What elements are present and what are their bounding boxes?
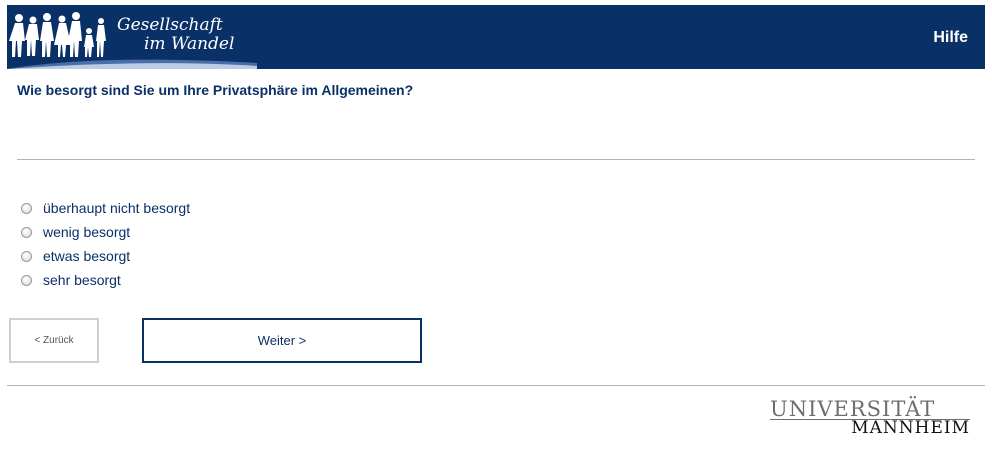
logo-sweep-decoration <box>7 59 257 69</box>
logo-text-line2: im Wandel <box>144 34 235 54</box>
option-label: sehr besorgt <box>43 272 121 288</box>
gesellschaft-im-wandel-logo: Gesellschaft im Wandel <box>7 5 257 69</box>
back-button[interactable]: < Zurück <box>9 318 99 363</box>
option-label: wenig besorgt <box>43 224 131 240</box>
radio-button[interactable] <box>21 274 32 286</box>
help-link[interactable]: Hilfe <box>933 29 968 47</box>
radio-button[interactable] <box>21 202 32 214</box>
question-text: Wie besorgt sind Sie um Ihre Privatsphär… <box>17 82 414 98</box>
divider <box>17 159 975 160</box>
option-label: etwas besorgt <box>43 248 131 264</box>
logo-text-line1: Gesellschaft <box>117 15 223 35</box>
universitaet-mannheim-logo: UNIVERSITÄT MANNHEIM <box>770 397 970 439</box>
radio-button[interactable] <box>21 226 32 238</box>
next-button[interactable]: Weiter > <box>142 318 422 363</box>
option-row[interactable]: überhaupt nicht besorgt <box>21 196 190 220</box>
option-row[interactable]: etwas besorgt <box>21 244 190 268</box>
logo-text: Gesellschaft im Wandel <box>117 16 234 54</box>
header-bar: Gesellschaft im Wandel Hilfe <box>7 5 985 69</box>
answer-options: überhaupt nicht besorgt wenig besorgt et… <box>21 196 190 292</box>
option-row[interactable]: wenig besorgt <box>21 220 190 244</box>
uni-logo-line2: MANNHEIM <box>851 418 970 438</box>
footer-divider <box>7 385 985 386</box>
option-label: überhaupt nicht besorgt <box>43 200 191 216</box>
radio-button[interactable] <box>21 250 32 262</box>
people-silhouettes-icon <box>9 12 106 57</box>
option-row[interactable]: sehr besorgt <box>21 268 190 292</box>
